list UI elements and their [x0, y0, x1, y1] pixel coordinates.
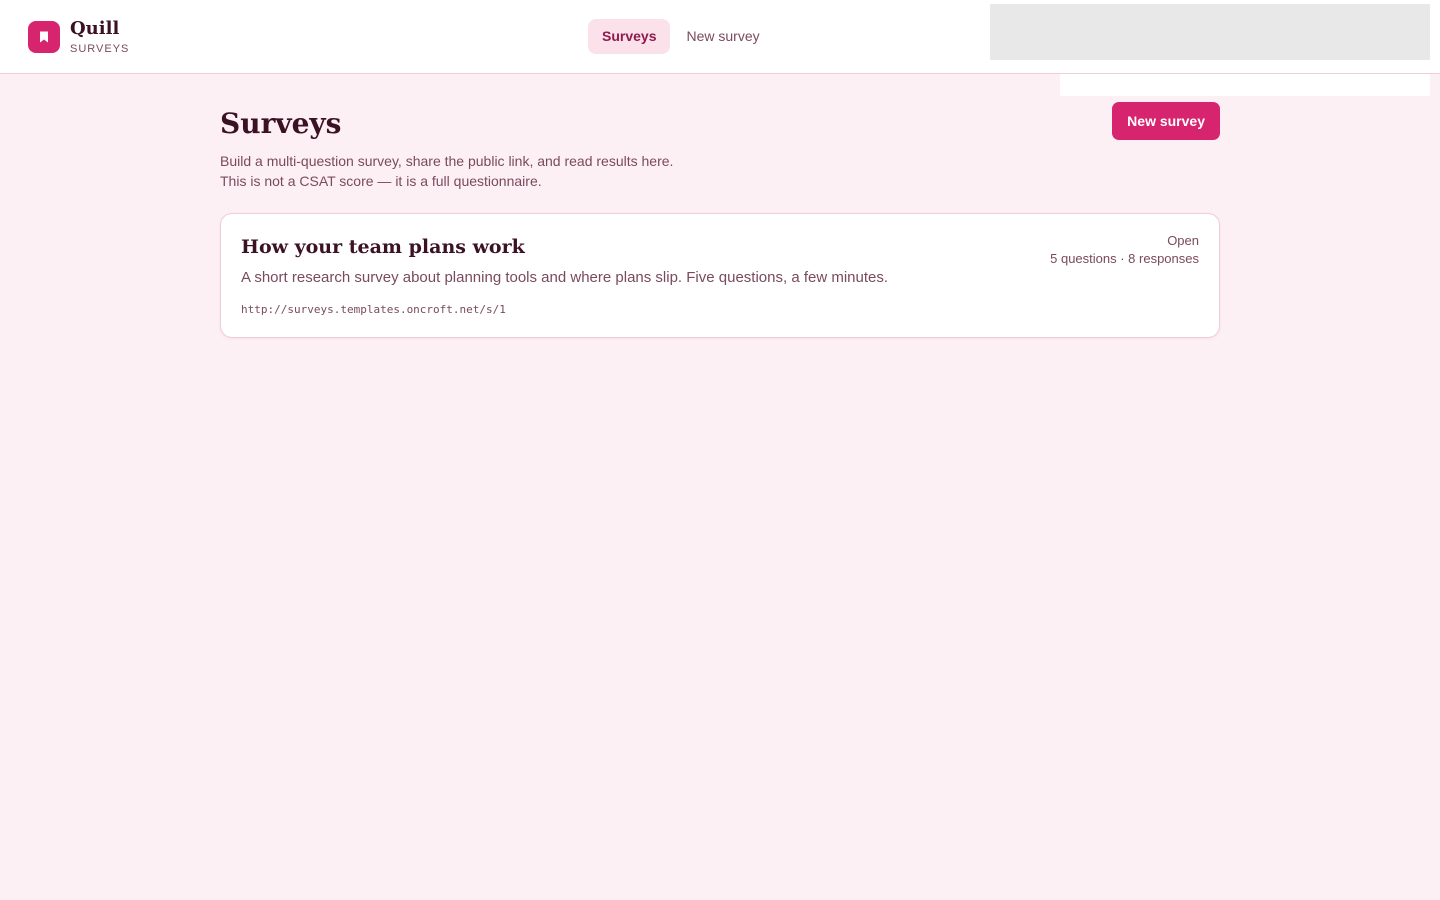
- survey-meta: 5 questions · 8 responses: [1050, 251, 1199, 266]
- header-placeholder: [990, 4, 1430, 60]
- survey-description: A short research survey about planning t…: [241, 269, 889, 286]
- top-bar: Quill SURVEYS Surveys New survey: [0, 0, 1440, 74]
- survey-title[interactable]: How your team plans work: [241, 234, 525, 260]
- page-description-line-2: This is not a CSAT score — it is a full …: [220, 173, 542, 189]
- nav-item-new-survey[interactable]: New survey: [672, 19, 773, 54]
- header-placeholder-strip: [1060, 74, 1430, 96]
- app-name: Quill: [70, 18, 120, 39]
- survey-public-link[interactable]: http://surveys.templates.oncroft.net/s/1: [241, 302, 506, 318]
- new-survey-button[interactable]: New survey: [1112, 102, 1220, 140]
- page-title: Surveys: [220, 107, 342, 140]
- app-subtitle: SURVEYS: [70, 43, 130, 55]
- page-description-line-1: Build a multi-question survey, share the…: [220, 153, 674, 169]
- main-nav: Surveys New survey: [588, 19, 774, 54]
- page-description: Build a multi-question survey, share the…: [220, 151, 673, 191]
- bookmark-icon: [28, 21, 60, 53]
- survey-status: Open: [1167, 233, 1199, 248]
- nav-item-surveys[interactable]: Surveys: [588, 19, 671, 54]
- brand[interactable]: Quill SURVEYS: [28, 18, 130, 55]
- survey-card[interactable]: How your team plans work A short researc…: [220, 213, 1220, 338]
